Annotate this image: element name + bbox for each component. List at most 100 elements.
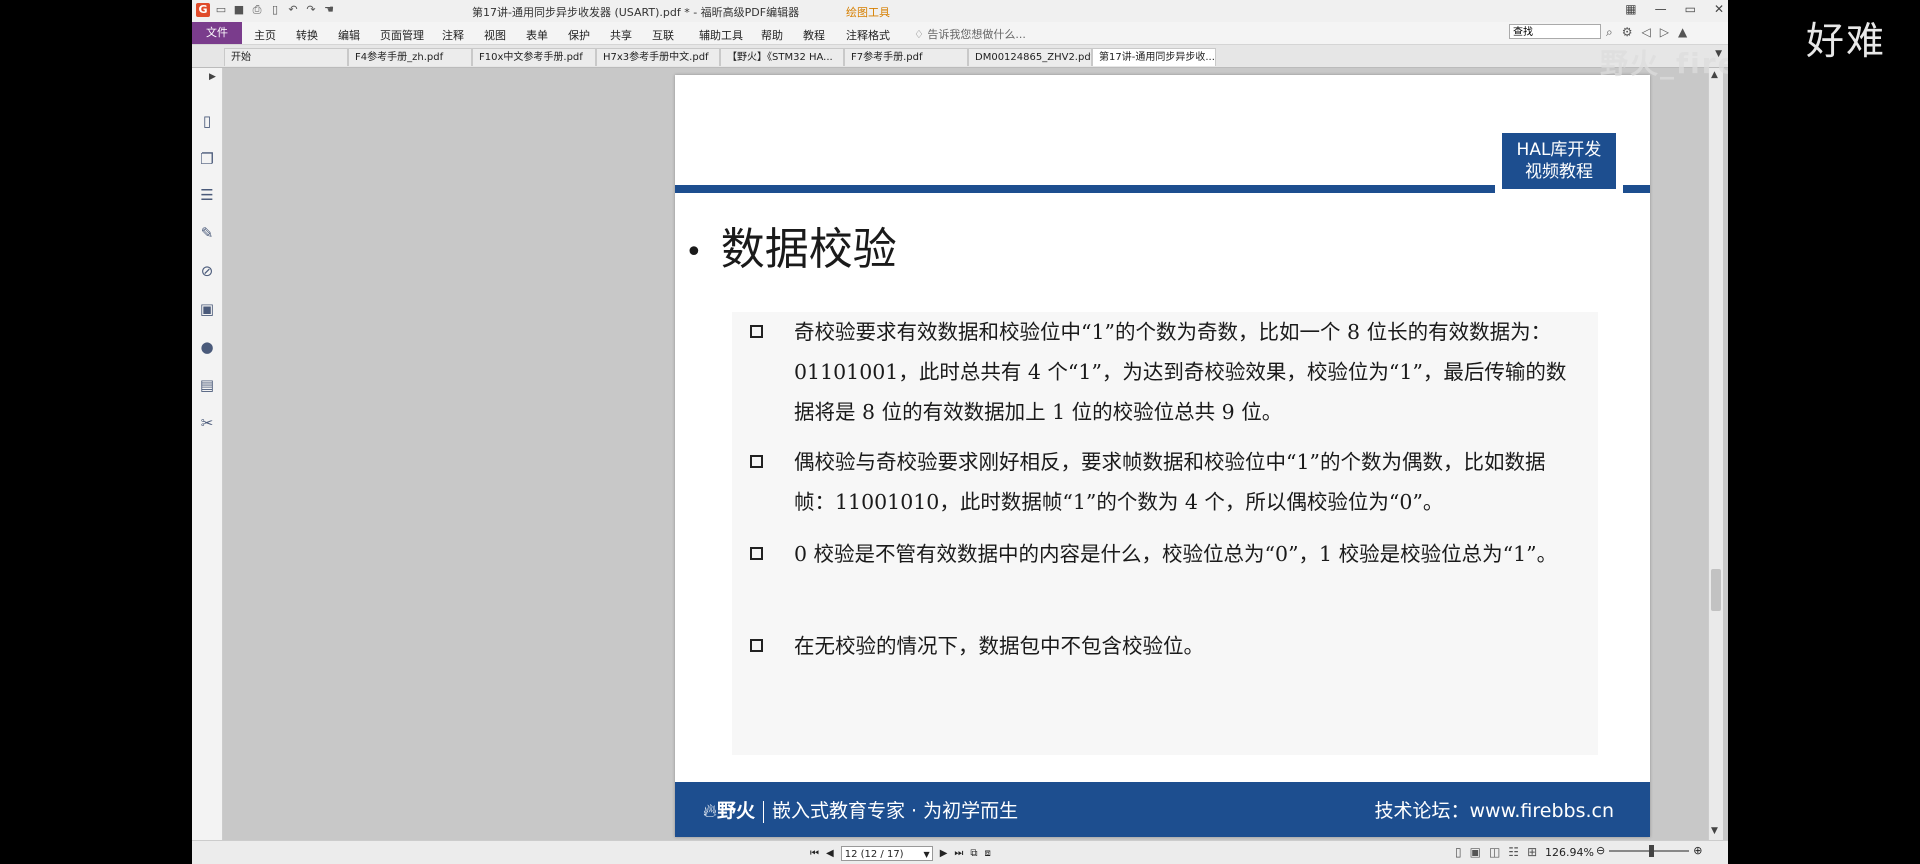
chevron-down-icon[interactable]: ▼ [924,847,930,862]
split-view-icon[interactable]: ⧈ [985,848,991,859]
menu-tools[interactable]: 辅助工具 [699,27,743,43]
scroll-down-icon[interactable]: ▼ [1711,826,1718,836]
prev-page-icon[interactable]: ◀ [826,848,834,859]
tab-label: DM00124865_ZHV2.pdf [975,52,1092,63]
footer-slogan: 嵌入式教育专家 · 为初学而生 [771,800,1019,822]
pdf-page: HAL库开发 视频教程 • 数据校验 奇校验要求有效数据和校验位中“1”的个数为奇… [675,75,1650,837]
footer-forum: 技术论坛：www.firebbs.cn [1374,800,1614,822]
tab-label: 开始 [231,52,251,63]
menu-comment-format[interactable]: 注释格式 [846,27,890,43]
header-rule [675,185,1495,193]
header-rule-end [1623,185,1650,193]
menu-edit[interactable]: 编辑 [338,27,360,43]
menu-protect[interactable]: 保护 [568,27,590,43]
back-icon[interactable]: ◁ [1642,25,1651,40]
last-page-icon[interactable]: ⏭ [954,848,963,859]
left-sidebar: ▶ ▯ ❐ ☰ ✎ ⊘ ▣ ● ▤ ✂ [192,68,223,840]
stack-icon[interactable]: ☰ [198,186,216,204]
menu-connect[interactable]: 互联 [652,27,674,43]
comment-icon[interactable]: ✎ [198,224,216,242]
zoom-controls: ⊖ ⊕ [1596,844,1702,857]
menu-share[interactable]: 共享 [610,27,632,43]
menu-comment[interactable]: 注释 [442,27,464,43]
hand-icon[interactable]: ☚ [322,3,336,17]
search-input[interactable]: 查找 [1509,24,1601,39]
menu-help[interactable]: 帮助 [761,27,783,43]
list-item-text: 偶校验与奇校验要求刚好相反，要求帧数据和校验位中“1”的个数为偶数，比如数据帧：… [794,450,1546,514]
redo-icon[interactable]: ↷ [304,3,318,17]
folder-open-icon[interactable]: ▭ [214,3,228,17]
menu-bar: 文件 主页 转换 编辑 页面管理 注释 视图 表单 保护 共享 互联 辅助工具 … [192,22,1728,45]
page-number-value: 12 (12 / 17) [844,849,904,860]
menu-form[interactable]: 表单 [526,27,548,43]
continuous-view-icon[interactable]: ▣ [1470,845,1481,859]
restore-icon[interactable]: ▭ [1685,2,1696,16]
vertical-scrollbar[interactable]: ▲ ▼ [1708,68,1723,840]
checkbox-bullet-icon [750,325,763,338]
menu-tutorial[interactable]: 教程 [803,27,825,43]
grid-icon[interactable]: ▦ [1625,2,1636,16]
zoom-out-icon[interactable]: ⊖ [1596,844,1605,857]
fit-page-icon[interactable]: ⊞ [1527,845,1537,859]
undo-icon[interactable]: ↶ [286,3,300,17]
window-controls: ▦ — ▭ ✕ [1625,2,1724,16]
checkbox-bullet-icon [750,639,763,652]
toolbar-right-icons: ⌕ ⚙ ◁ ▷ ▲ [1606,25,1687,40]
checkbox-bullet-icon [750,455,763,468]
tab-h7x3-manual[interactable]: H7x3参考手册中文.pdf [596,48,720,66]
scroll-view-icon[interactable]: ☷ [1508,845,1519,859]
tell-me-box[interactable]: ♢ 告诉我您想做什么... [914,26,1026,42]
zoom-in-icon[interactable]: ⊕ [1693,844,1702,857]
window-title: 第17讲-通用同步异步收发器 (USART).pdf * - 福昕高级PDF编辑… [472,6,800,19]
attachment-icon[interactable]: ⊘ [198,262,216,280]
zoom-slider[interactable] [1609,844,1690,857]
facing-view-icon[interactable]: ◫ [1489,845,1500,859]
search-icon[interactable]: ⌕ [1606,25,1613,40]
menu-page-manage[interactable]: 页面管理 [380,27,424,43]
tab-label: H7x3参考手册中文.pdf [603,52,709,63]
tab-start[interactable]: 开始 [224,48,348,66]
document-icon[interactable]: ▯ [268,3,282,17]
context-tab-label[interactable]: 绘图工具 [846,4,890,20]
print-icon[interactable]: ⎙ [250,3,264,17]
zoom-slider-knob[interactable] [1649,844,1655,857]
save-icon[interactable]: ■ [232,3,246,17]
minimize-icon[interactable]: — [1655,2,1667,16]
menu-home[interactable]: 主页 [254,27,276,43]
tab-label: 【野火】《STM32 HA... [727,52,833,63]
first-page-icon[interactable]: ⏮ [810,848,819,859]
expand-sidebar-icon[interactable]: ▶ [209,72,216,82]
scroll-thumb[interactable] [1711,569,1721,611]
tools-icon[interactable]: ✂ [198,414,216,432]
menu-file[interactable]: 文件 [192,22,242,44]
tab-usart-lecture[interactable]: 第17讲-通用同步异步收...× [1092,48,1216,66]
form-icon[interactable]: ▤ [198,376,216,394]
forward-icon[interactable]: ▷ [1660,25,1669,40]
menu-view[interactable]: 视图 [484,27,506,43]
page-thumbnail-icon[interactable]: ▯ [198,112,216,130]
single-page-view-icon[interactable]: ▯ [1455,845,1462,859]
page-number-input[interactable]: 12 (12 / 17) ▼ [840,846,933,862]
checkbox-bullet-icon [750,547,763,560]
menu-convert[interactable]: 转换 [296,27,318,43]
settings-icon[interactable]: ⚙ [1622,25,1633,40]
content-box: 奇校验要求有效数据和校验位中“1”的个数为奇数，比如一个 8 位长的有效数据为：… [732,312,1598,755]
tab-stm32-hal[interactable]: 【野火】《STM32 HA... [720,48,844,66]
slide-heading: • 数据校验 [685,213,897,277]
tab-label: F4参考手册_zh.pdf [355,52,444,63]
user-icon[interactable]: ▲ [1678,25,1687,40]
tab-f7-manual[interactable]: F7参考手册.pdf [844,48,968,66]
close-icon[interactable]: ✕ [1714,2,1724,16]
tab-f10x-manual[interactable]: F10x中文参考手册.pdf [472,48,596,66]
app-logo-icon[interactable]: G [196,3,210,17]
next-page-icon[interactable]: ▶ [940,848,948,859]
badge-line-2: 视频教程 [1525,162,1593,182]
copy-page-icon[interactable]: ⧉ [970,848,977,859]
layers-icon[interactable]: ❐ [198,150,216,168]
security-icon[interactable]: ▣ [198,300,216,318]
badge-line-1: HAL库开发 [1516,140,1602,160]
zoom-level[interactable]: 126.94% [1545,846,1594,859]
tab-dm00124865[interactable]: DM00124865_ZHV2.pdf [968,48,1092,66]
lock-icon[interactable]: ● [198,338,216,356]
tab-f4-manual[interactable]: F4参考手册_zh.pdf [348,48,472,66]
